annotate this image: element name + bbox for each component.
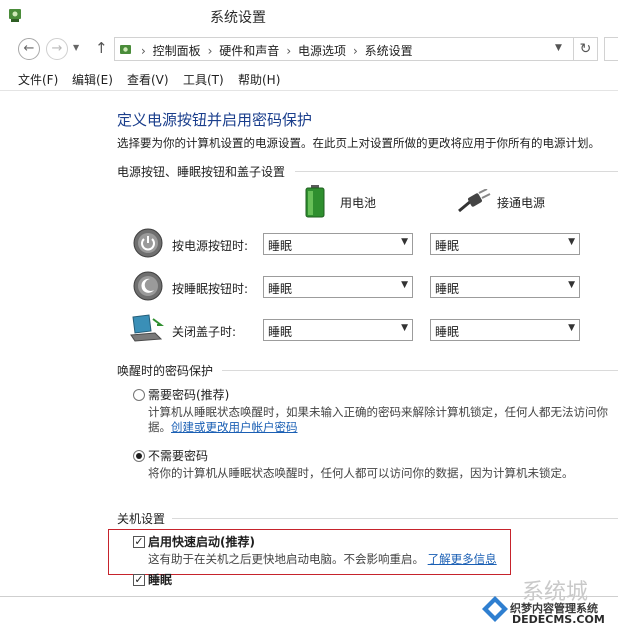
menu-file[interactable]: 文件(F)	[18, 71, 58, 88]
change-password-link[interactable]: 创建或更改用户帐户密码	[171, 420, 298, 434]
breadcrumb: › 控制面板 › 硬件和声音 › 电源选项 › 系统设置	[119, 42, 416, 59]
chevron-down-icon: ▼	[568, 237, 575, 247]
close-lid-plugged-select[interactable]: 睡眠 ▼	[430, 319, 580, 341]
chevron-down-icon: ▼	[401, 323, 408, 333]
sleep-button-label: 按睡眠按钮时:	[172, 282, 249, 296]
section-divider	[295, 171, 618, 172]
page-title: 定义电源按钮并启用密码保护	[117, 111, 313, 129]
close-lid-label: 关闭盖子时:	[172, 325, 237, 339]
power-button-icon	[133, 228, 163, 258]
control-panel-icon	[120, 45, 131, 54]
back-button[interactable]: ←	[18, 38, 40, 60]
sleep-label[interactable]: 睡眠	[148, 571, 172, 588]
section-divider	[172, 518, 618, 519]
sleep-button-plugged-select[interactable]: 睡眠 ▼	[430, 276, 580, 298]
require-password-desc-tail: 据。创建或更改用户帐户密码	[148, 420, 298, 434]
navigation-bar: ← → ▼ ↑ › 控制面板 › 硬件和声音 › 电源选项 › 系统设置 ▼ ↻	[0, 34, 618, 64]
chevron-down-icon: ▼	[401, 237, 408, 247]
battery-icon	[305, 185, 325, 218]
watermark-logo-icon	[482, 596, 508, 622]
power-buttons-heading: 电源按钮、睡眠按钮和盖子设置	[117, 165, 286, 179]
laptop-lid-icon	[130, 314, 164, 342]
breadcrumb-system-settings[interactable]: 系统设置	[365, 44, 413, 58]
up-button[interactable]: ↑	[95, 39, 108, 57]
plug-icon	[458, 189, 491, 213]
watermark-line2: DEDECMS.COM	[512, 613, 605, 626]
page-description: 选择要为你的计算机设置的电源设置。在此页上对设置所做的更改将应用于你所有的电源计…	[117, 136, 600, 150]
battery-column-label: 用电池	[340, 196, 377, 210]
plugged-in-column-label: 接通电源	[497, 196, 546, 210]
power-button-plugged-select[interactable]: 睡眠 ▼	[430, 233, 580, 255]
no-password-desc: 将你的计算机从睡眠状态唤醒时，任何人都可以访问你的数据，因为计算机未锁定。	[148, 466, 574, 480]
search-box[interactable]	[604, 37, 618, 61]
section-divider	[222, 370, 618, 371]
address-dropdown-icon[interactable]: ▼	[555, 43, 562, 53]
fast-startup-desc: 这有助于在关机之后更快地启动电脑。不会影响重启。 了解更多信息	[148, 552, 497, 566]
chevron-down-icon: ▼	[568, 323, 575, 333]
menu-bar: 文件(F) 编辑(E) 查看(V) 工具(T) 帮助(H)	[0, 68, 618, 91]
address-bar[interactable]: › 控制面板 › 硬件和声音 › 电源选项 › 系统设置 ▼	[114, 37, 574, 61]
sleep-button-battery-select[interactable]: 睡眠 ▼	[263, 276, 413, 298]
shutdown-settings-heading: 关机设置	[117, 512, 166, 526]
no-password-label[interactable]: 不需要密码	[148, 447, 208, 464]
sleep-checkbox[interactable]: ✓	[133, 574, 145, 586]
breadcrumb-power-options[interactable]: 电源选项	[298, 44, 346, 58]
chevron-down-icon: ▼	[401, 280, 408, 290]
require-password-radio[interactable]	[133, 389, 145, 401]
refresh-button[interactable]: ↻	[574, 37, 598, 61]
wake-password-heading: 唤醒时的密码保护	[117, 364, 214, 378]
require-password-desc: 计算机从睡眠状态唤醒时，如果未输入正确的密码来解除计算机锁定，任何人都无法访问你	[148, 405, 608, 419]
window-title: 系统设置	[210, 10, 266, 26]
menu-help[interactable]: 帮助(H)	[238, 71, 280, 88]
learn-more-link[interactable]: 了解更多信息	[428, 552, 497, 566]
menu-tools[interactable]: 工具(T)	[183, 71, 224, 88]
menu-view[interactable]: 查看(V)	[127, 71, 169, 88]
recent-locations-chevron-icon[interactable]: ▼	[73, 43, 79, 52]
chevron-down-icon: ▼	[568, 280, 575, 290]
watermark: 系统城 织梦内容管理系统 DEDECMS.COM	[472, 580, 618, 633]
fast-startup-label[interactable]: 启用快速启动(推荐)	[148, 533, 255, 550]
close-lid-battery-select[interactable]: 睡眠 ▼	[263, 319, 413, 341]
breadcrumb-control-panel[interactable]: 控制面板	[153, 44, 201, 58]
sleep-button-icon	[133, 271, 163, 301]
forward-button[interactable]: →	[46, 38, 68, 60]
fast-startup-checkbox[interactable]: ✓	[133, 536, 145, 548]
menu-edit[interactable]: 编辑(E)	[72, 71, 113, 88]
title-bar: 系统设置	[0, 0, 618, 32]
power-button-label: 按电源按钮时:	[172, 239, 249, 253]
breadcrumb-hardware-sound[interactable]: 硬件和声音	[219, 44, 279, 58]
require-password-label[interactable]: 需要密码(推荐)	[148, 386, 229, 403]
no-password-radio[interactable]	[133, 450, 145, 462]
power-button-battery-select[interactable]: 睡眠 ▼	[263, 233, 413, 255]
main-content: 定义电源按钮并启用密码保护 选择要为你的计算机设置的电源设置。在此页上对设置所做…	[0, 91, 618, 633]
